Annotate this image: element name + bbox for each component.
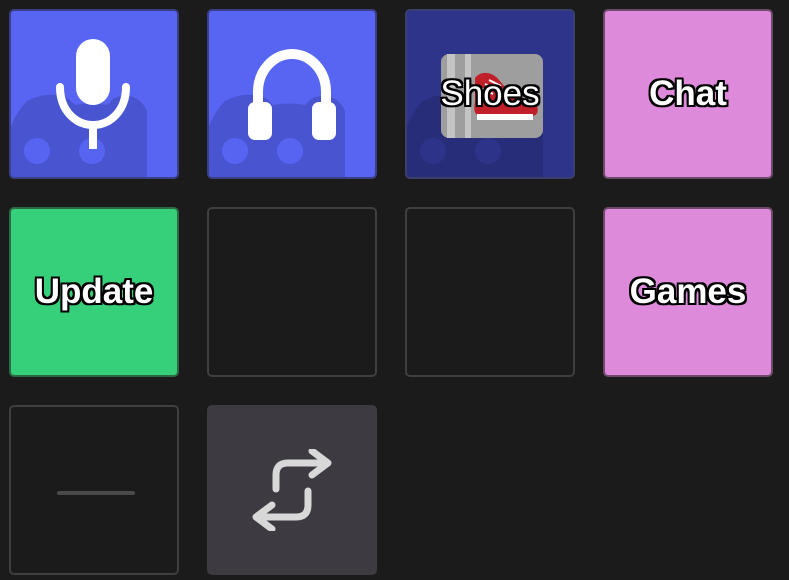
empty-key[interactable] [405, 207, 575, 377]
shoes-label: Shoes [440, 74, 540, 113]
shoes-key[interactable]: Shoes [405, 9, 575, 179]
games-label: Games [629, 272, 747, 311]
update-label: Update [34, 272, 154, 311]
chat-label: Chat [649, 74, 727, 113]
dash-icon [57, 491, 135, 495]
stream-deck-grid: Shoes Chat Update Games [0, 0, 789, 580]
mic-key[interactable] [9, 9, 179, 179]
headphones-icon [248, 48, 336, 140]
empty-key[interactable] [207, 207, 377, 377]
update-key[interactable]: Update [9, 207, 179, 377]
swap-arrows-icon [252, 449, 332, 531]
chat-key[interactable]: Chat [603, 9, 773, 179]
games-key[interactable]: Games [603, 207, 773, 377]
divider-key[interactable] [9, 405, 179, 575]
microphone-icon [56, 39, 130, 149]
headset-key[interactable] [207, 9, 377, 179]
switch-profile-key[interactable] [207, 405, 377, 575]
